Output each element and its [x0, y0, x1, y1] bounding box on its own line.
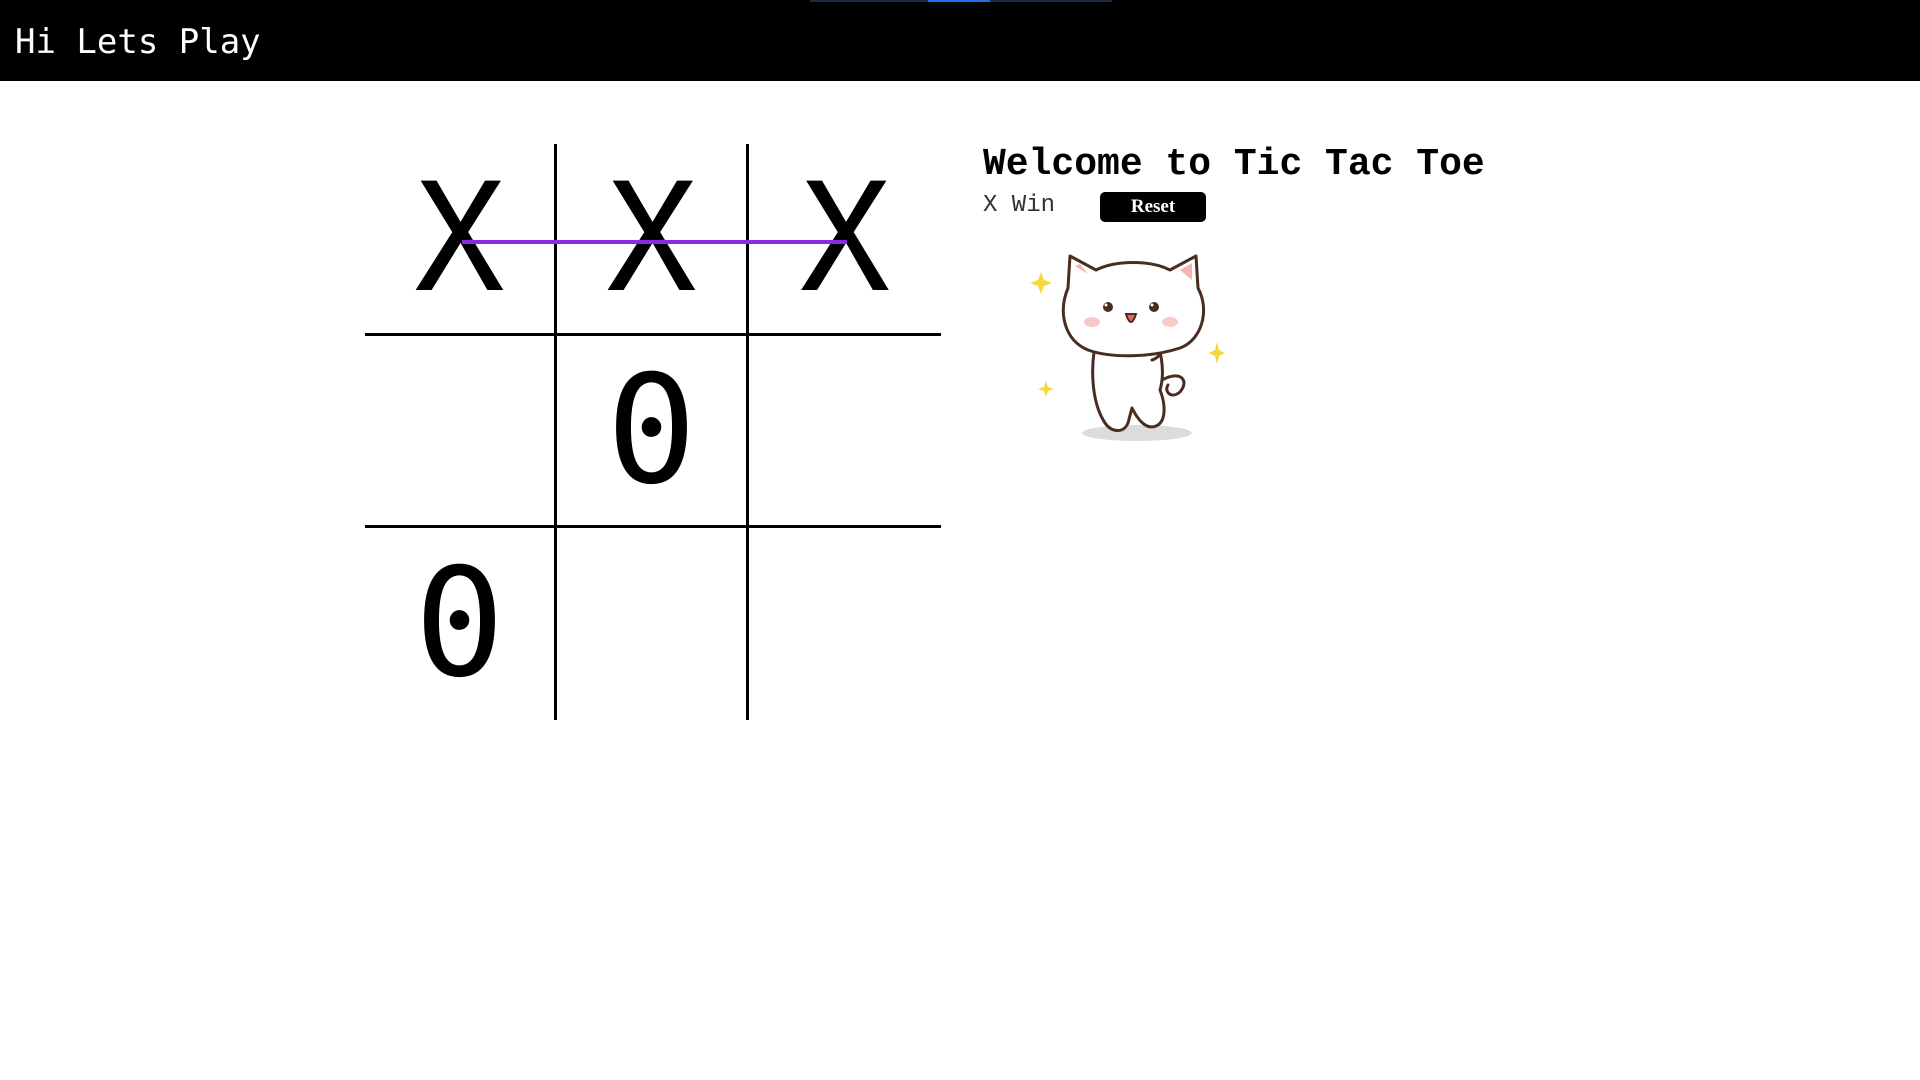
game-board: X X X 0 0: [365, 144, 941, 720]
board-cell-4[interactable]: [365, 336, 557, 528]
welcome-heading: Welcome to Tic Tac Toe: [983, 143, 1485, 186]
top-bar: Hi Lets Play: [0, 0, 1920, 81]
board-cell-1[interactable]: X: [365, 144, 557, 336]
celebrating-cat-sticker: [1030, 254, 1225, 441]
info-panel: Welcome to Tic Tac Toe X Win Reset: [983, 140, 1485, 222]
sparkle-icon: [1038, 381, 1054, 397]
board-cell-7[interactable]: 0: [365, 528, 557, 720]
status-row: X Win Reset: [983, 190, 1243, 222]
board-cell-5[interactable]: 0: [557, 336, 749, 528]
sparkle-icon: [1209, 342, 1225, 364]
board-cell-2[interactable]: X: [557, 144, 749, 336]
board-cell-9[interactable]: [749, 528, 941, 720]
brand-title: Hi Lets Play: [15, 22, 261, 62]
board-cell-8[interactable]: [557, 528, 749, 720]
board-cell-3[interactable]: X: [749, 144, 941, 336]
board-cell-6[interactable]: [749, 336, 941, 528]
top-accent-highlight: [928, 0, 990, 2]
game-status: X Win: [983, 192, 1056, 219]
sparkle-icon: [1030, 272, 1052, 294]
reset-button[interactable]: Reset: [1100, 192, 1206, 222]
